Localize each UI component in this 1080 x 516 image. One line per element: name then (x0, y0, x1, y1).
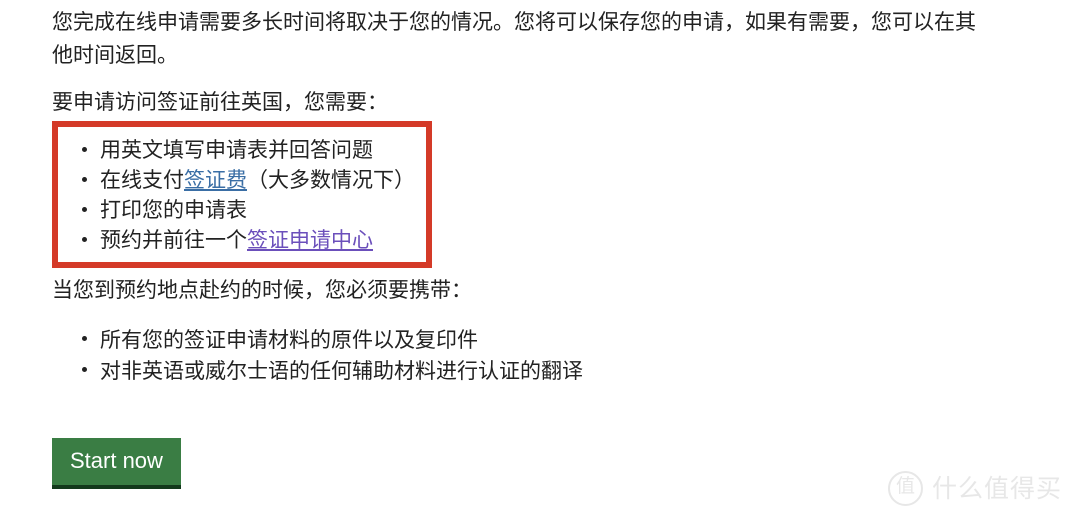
requirements-list: 用英文填写申请表并回答问题 在线支付签证费（大多数情况下） 打印您的申请表 预约… (52, 136, 432, 256)
list-item-text: 打印您的申请表 (100, 199, 247, 222)
list-item-text-suffix: （大多数情况下） (247, 169, 415, 192)
list-item: 在线支付签证费（大多数情况下） (52, 166, 432, 195)
watermark-badge-icon: 值 (887, 471, 923, 506)
list-item-text: 对非英语或威尔士语的任何辅助材料进行认证的翻译 (100, 360, 583, 383)
list-item: 所有您的签证申请材料的原件以及复印件 (52, 325, 752, 356)
list-item-text: 在线支付 (100, 169, 184, 192)
start-now-button[interactable]: Start now (52, 438, 181, 489)
list-item-text: 用英文填写申请表并回答问题 (100, 139, 373, 162)
list-item-text: 所有您的签证申请材料的原件以及复印件 (100, 329, 478, 352)
watermark-text: 什么值得买 (931, 474, 1062, 503)
requirements-heading: 要申请访问签证前往英国，您需要： (52, 91, 388, 114)
watermark: 值 什么值得买 (887, 471, 1062, 506)
list-item: 对非英语或威尔士语的任何辅助材料进行认证的翻译 (52, 356, 752, 387)
bring-heading: 当您到预约地点赴约的时候，您必须要携带： (52, 279, 472, 302)
list-item: 用英文填写申请表并回答问题 (52, 136, 432, 165)
list-item: 预约并前往一个签证申请中心 (52, 226, 432, 255)
list-item: 打印您的申请表 (52, 196, 432, 225)
list-item-text: 预约并前往一个 (100, 229, 247, 252)
visa-fee-link[interactable]: 签证费 (184, 169, 247, 192)
bring-list: 所有您的签证申请材料的原件以及复印件 对非英语或威尔士语的任何辅助材料进行认证的… (52, 325, 752, 387)
visa-application-centre-link[interactable]: 签证申请中心 (247, 229, 373, 252)
intro-paragraph: 您完成在线申请需要多长时间将取决于您的情况。您将可以保存您的申请，如果有需要，您… (52, 11, 976, 67)
page-root: 您完成在线申请需要多长时间将取决于您的情况。您将可以保存您的申请，如果有需要，您… (0, 0, 1080, 516)
